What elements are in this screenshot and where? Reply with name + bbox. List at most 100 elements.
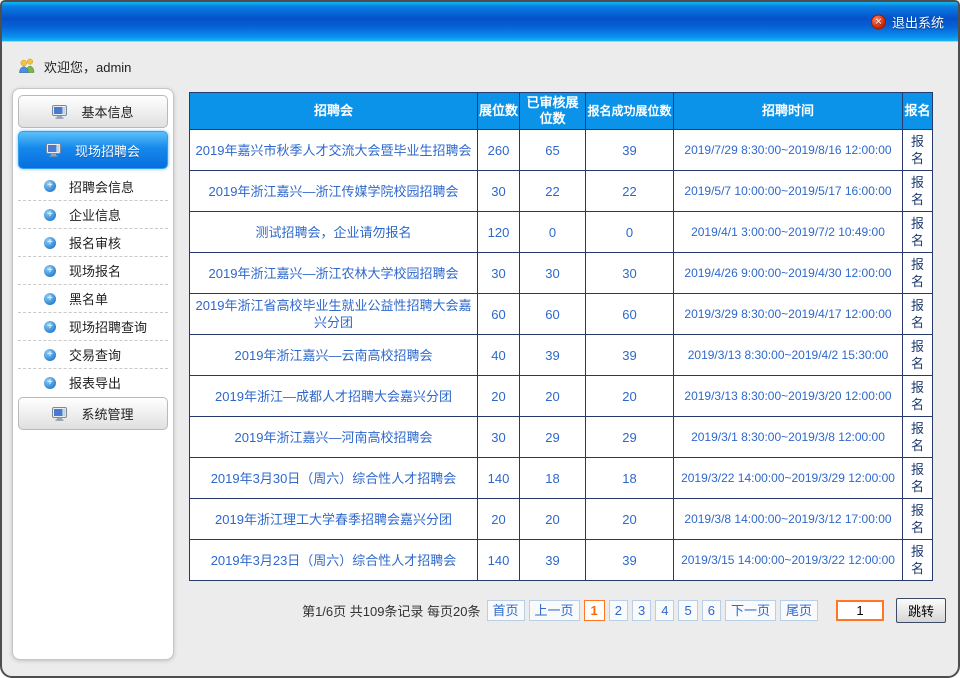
table-row: 2019年浙江嘉兴—浙江农林大学校园招聘会 30 30 30 2019/4/26…: [190, 253, 933, 294]
sidebar-subitem[interactable]: 现场招聘查询: [18, 312, 168, 340]
fair-time-cell: 2019/3/22 14:00:00~2019/3/29 12:00:00: [674, 458, 903, 499]
sidebar-subitem-label: 现场招聘查询: [69, 317, 147, 336]
booth-count-cell: 20: [478, 376, 520, 417]
page-number[interactable]: 6: [702, 600, 721, 621]
fair-time-cell: 2019/4/26 9:00:00~2019/4/30 12:00:00: [674, 253, 903, 294]
fair-name-cell: 2019年3月30日（周六）综合性人才招聘会: [190, 458, 478, 499]
register-link[interactable]: 报名: [911, 503, 924, 535]
sidebar-subitem-label: 报表导出: [69, 373, 121, 392]
approved-count-cell: 20: [520, 499, 586, 540]
fair-time-cell: 2019/3/8 14:00:00~2019/3/12 17:00:00: [674, 499, 903, 540]
register-link[interactable]: 报名: [911, 380, 924, 412]
monitor-icon: [52, 105, 68, 119]
column-header: 已审核展位数: [520, 93, 586, 130]
register-link[interactable]: 报名: [911, 257, 924, 289]
table-row: 测试招聘会，企业请勿报名 120 0 0 2019/4/1 3:00:00~20…: [190, 212, 933, 253]
last-page-button[interactable]: 尾页: [780, 600, 818, 621]
sidebar-subitem[interactable]: 交易查询: [18, 340, 168, 368]
approved-count-cell: 60: [520, 294, 586, 335]
page-number[interactable]: 5: [678, 600, 697, 621]
page-number-current[interactable]: 1: [584, 600, 605, 621]
sidebar-section-button[interactable]: 现场招聘会: [18, 131, 168, 169]
pagination-bar: 第1/6页 共109条记录 每页20条 首页 上一页 123456 下一页 尾页…: [189, 598, 946, 623]
plus-circle-icon: [44, 377, 56, 389]
fair-name-cell: 2019年3月23日（周六）综合性人才招聘会: [190, 540, 478, 581]
register-link[interactable]: 报名: [911, 216, 924, 248]
approved-count-cell: 18: [520, 458, 586, 499]
sidebar-button-label: 基本信息: [81, 102, 133, 121]
table-row: 2019年浙江省高校毕业生就业公益性招聘大会嘉兴分团 60 60 60 2019…: [190, 294, 933, 335]
success-count-cell: 0: [586, 212, 674, 253]
action-cell: 报名: [903, 540, 933, 581]
plus-circle-icon: [44, 293, 56, 305]
sidebar-subitem[interactable]: 企业信息: [18, 200, 168, 228]
register-link[interactable]: 报名: [911, 175, 924, 207]
page-number[interactable]: 4: [655, 600, 674, 621]
fair-name-cell: 2019年嘉兴市秋季人才交流大会暨毕业生招聘会: [190, 130, 478, 171]
success-count-cell: 30: [586, 253, 674, 294]
action-cell: 报名: [903, 294, 933, 335]
page-jump-input[interactable]: [836, 600, 884, 621]
sidebar-subitem[interactable]: 招聘会信息: [18, 172, 168, 200]
sidebar-subitem-label: 企业信息: [69, 205, 121, 224]
column-header: 招聘时间: [674, 93, 903, 130]
booth-count-cell: 30: [478, 417, 520, 458]
action-cell: 报名: [903, 458, 933, 499]
next-page-button[interactable]: 下一页: [725, 600, 776, 621]
sidebar-section-button[interactable]: 系统管理: [18, 397, 168, 430]
plus-circle-icon: [44, 349, 56, 361]
success-count-cell: 39: [586, 540, 674, 581]
fair-time-cell: 2019/4/1 3:00:00~2019/7/2 10:49:00: [674, 212, 903, 253]
fair-time-cell: 2019/3/15 14:00:00~2019/3/22 12:00:00: [674, 540, 903, 581]
fair-time-cell: 2019/3/29 8:30:00~2019/4/17 12:00:00: [674, 294, 903, 335]
welcome-text: 欢迎您，admin: [44, 57, 131, 76]
fair-name-cell: 2019年浙江嘉兴—河南高校招聘会: [190, 417, 478, 458]
fair-name-cell: 2019年浙江嘉兴—云南高校招聘会: [190, 335, 478, 376]
sidebar-button-label: 系统管理: [81, 404, 133, 423]
register-link[interactable]: 报名: [911, 134, 924, 166]
success-count-cell: 29: [586, 417, 674, 458]
booth-count-cell: 260: [478, 130, 520, 171]
table-row: 2019年3月23日（周六）综合性人才招聘会 140 39 39 2019/3/…: [190, 540, 933, 581]
register-link[interactable]: 报名: [911, 298, 924, 330]
jump-button[interactable]: 跳转: [896, 598, 946, 623]
logout-button[interactable]: 退出系统: [871, 12, 944, 31]
sidebar-section-button[interactable]: 基本信息: [18, 95, 168, 128]
fair-time-cell: 2019/7/29 8:30:00~2019/8/16 12:00:00: [674, 130, 903, 171]
sidebar-subitem[interactable]: 报表导出: [18, 368, 168, 396]
table-row: 2019年浙江嘉兴—云南高校招聘会 40 39 39 2019/3/13 8:3…: [190, 335, 933, 376]
plus-circle-icon: [44, 237, 56, 249]
first-page-button[interactable]: 首页: [487, 600, 525, 621]
column-header: 招聘会: [190, 93, 478, 130]
plus-circle-icon: [44, 209, 56, 221]
sidebar-subitem-label: 黑名单: [69, 289, 108, 308]
page-number[interactable]: 2: [609, 600, 628, 621]
plus-circle-icon: [44, 180, 56, 192]
register-link[interactable]: 报名: [911, 462, 924, 494]
column-header: 报名成功展位数: [586, 93, 674, 130]
table-row: 2019年3月30日（周六）综合性人才招聘会 140 18 18 2019/3/…: [190, 458, 933, 499]
table-row: 2019年嘉兴市秋季人才交流大会暨毕业生招聘会 260 65 39 2019/7…: [190, 130, 933, 171]
sidebar-subitem[interactable]: 报名审核: [18, 228, 168, 256]
approved-count-cell: 30: [520, 253, 586, 294]
register-link[interactable]: 报名: [911, 339, 924, 371]
fair-time-cell: 2019/5/7 10:00:00~2019/5/17 16:00:00: [674, 171, 903, 212]
fair-name-cell: 2019年浙江嘉兴—浙江传媒学院校园招聘会: [190, 171, 478, 212]
monitor-icon: [46, 143, 62, 157]
approved-count-cell: 29: [520, 417, 586, 458]
register-link[interactable]: 报名: [911, 544, 924, 576]
approved-count-cell: 39: [520, 540, 586, 581]
table-row: 2019年浙江理工大学春季招聘会嘉兴分团 20 20 20 2019/3/8 1…: [190, 499, 933, 540]
page-number[interactable]: 3: [632, 600, 651, 621]
success-count-cell: 39: [586, 130, 674, 171]
sidebar-subitem[interactable]: 黑名单: [18, 284, 168, 312]
fair-name-cell: 2019年浙江理工大学春季招聘会嘉兴分团: [190, 499, 478, 540]
plus-circle-icon: [44, 321, 56, 333]
table-body: 2019年嘉兴市秋季人才交流大会暨毕业生招聘会 260 65 39 2019/7…: [190, 130, 933, 581]
register-link[interactable]: 报名: [911, 421, 924, 453]
sidebar-subitem[interactable]: 现场报名: [18, 256, 168, 284]
prev-page-button[interactable]: 上一页: [529, 600, 580, 621]
booth-count-cell: 20: [478, 499, 520, 540]
sidebar-subitem-label: 交易查询: [69, 345, 121, 364]
fair-time-cell: 2019/3/1 8:30:00~2019/3/8 12:00:00: [674, 417, 903, 458]
